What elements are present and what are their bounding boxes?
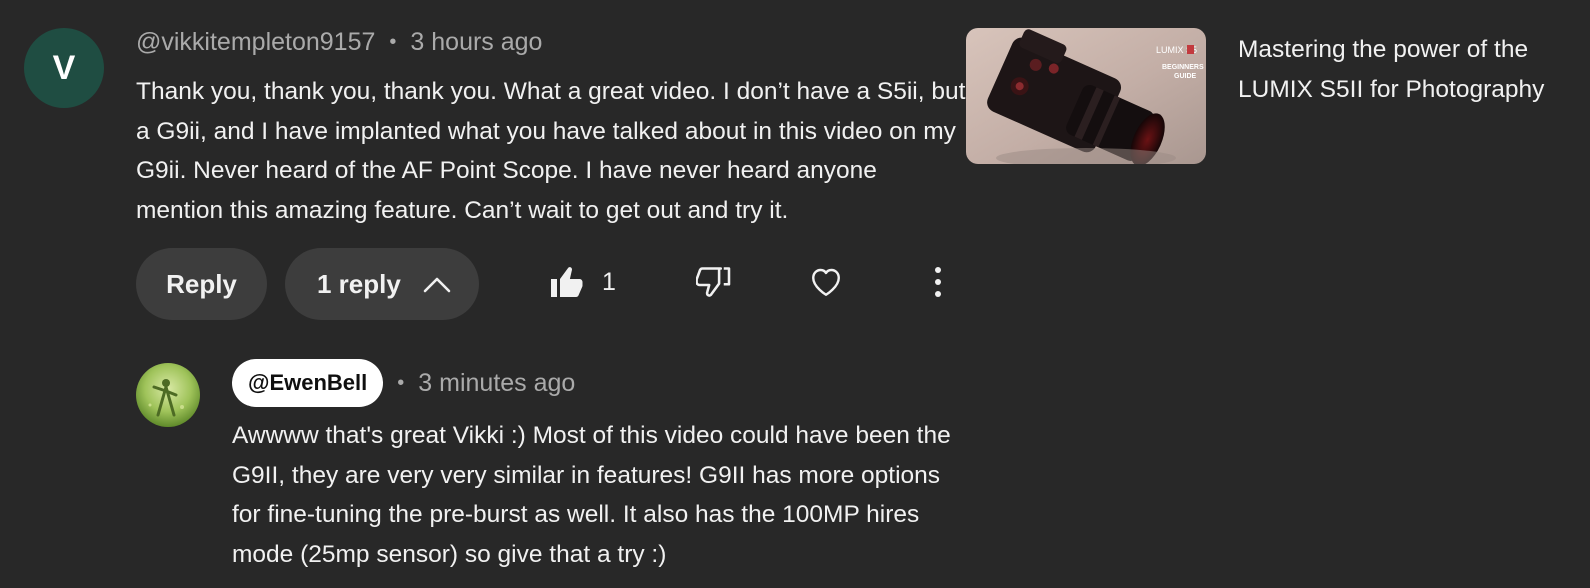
comment-text: Thank you, thank you, thank you. What a …: [136, 78, 966, 224]
avatar-letter: V: [52, 48, 76, 87]
comment-thread: V @vikkitempleton9157 • 3 hours ago Than…: [0, 0, 1590, 588]
separator-dot: •: [397, 371, 405, 394]
heart-icon: [807, 264, 845, 305]
replies-count-label: 1 reply: [317, 268, 401, 299]
comment-header: @vikkitempleton9157 • 3 hours ago: [136, 28, 542, 57]
reply-avatar[interactable]: [136, 363, 200, 427]
reply-text: Awwww that's great Vikki :) Most of this…: [232, 422, 951, 568]
like-button[interactable]: [540, 258, 592, 310]
comment-timestamp[interactable]: 3 hours ago: [410, 28, 542, 57]
more-vert-icon: [933, 265, 943, 304]
thumbnail-caption-1: BEGINNERS: [1162, 64, 1204, 71]
more-actions-button[interactable]: [912, 258, 964, 310]
separator-dot: •: [389, 31, 397, 53]
reply-button-label: Reply: [166, 268, 237, 299]
video-thumbnail[interactable]: LUMIX S5 BEGINNERS GUIDE: [966, 28, 1206, 164]
toggle-replies-button[interactable]: 1 reply: [285, 248, 479, 320]
reply-timestamp[interactable]: 3 minutes ago: [418, 369, 575, 398]
avatar[interactable]: V: [24, 28, 104, 108]
chevron-up-icon: [423, 275, 451, 293]
thumbnail-caption-2: GUIDE: [1174, 73, 1197, 80]
reply-author-chip[interactable]: @EwenBell: [232, 359, 384, 407]
like-count: 1: [602, 268, 616, 296]
reply-button[interactable]: Reply: [136, 248, 267, 320]
video-title[interactable]: Mastering the power of the LUMIX S5II fo…: [1238, 30, 1583, 109]
dislike-button[interactable]: [688, 258, 740, 310]
thumbs-down-icon: [695, 264, 732, 305]
reply-header: @EwenBell • 3 minutes ago: [232, 359, 575, 407]
thumbs-up-icon: [548, 264, 584, 305]
comment-author[interactable]: @vikkitempleton9157: [136, 28, 375, 57]
heart-button[interactable]: [800, 258, 852, 310]
